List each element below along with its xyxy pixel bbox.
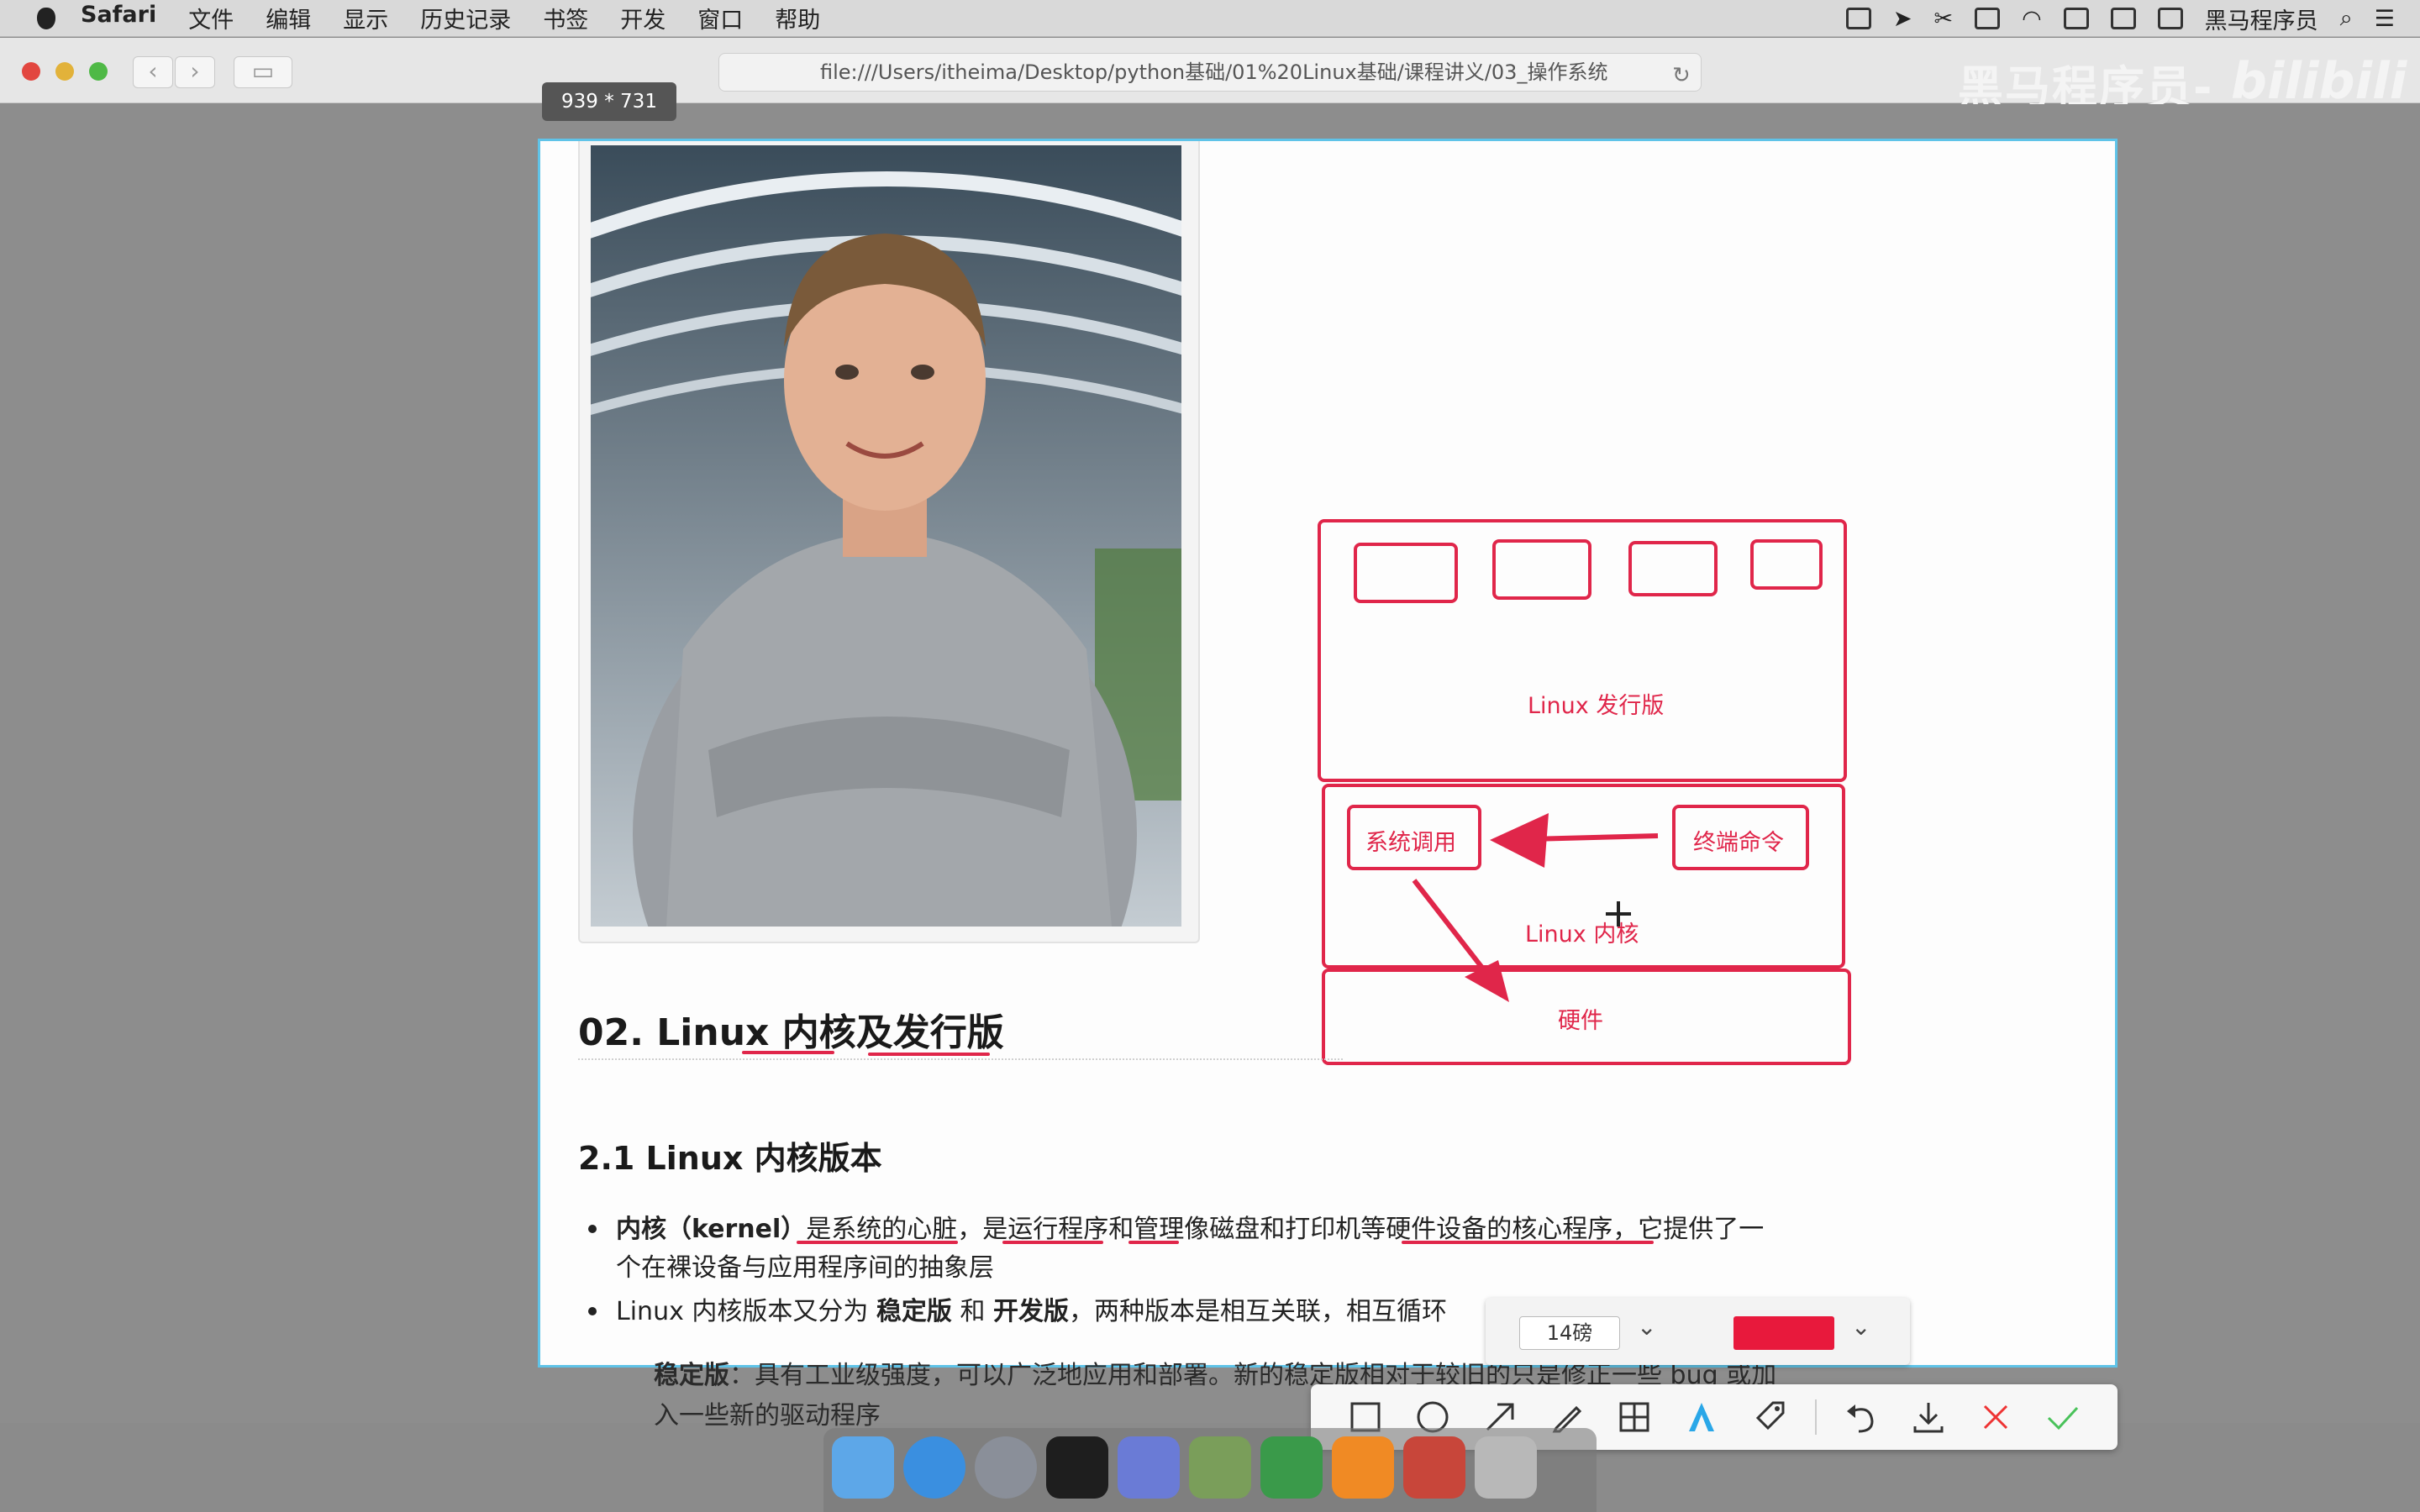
tag-icon[interactable] bbox=[1748, 1396, 1790, 1438]
title-divider bbox=[578, 1058, 1343, 1060]
dev-term: 开发版 bbox=[992, 1297, 1069, 1326]
font-size-field[interactable]: 14磅 bbox=[1519, 1316, 1620, 1350]
minimize-window-icon[interactable] bbox=[55, 62, 74, 81]
terminal-icon[interactable] bbox=[1046, 1436, 1108, 1499]
launchpad-icon[interactable] bbox=[975, 1436, 1037, 1499]
input-method-icon[interactable] bbox=[2157, 8, 2183, 29]
annotation-underline-4 bbox=[1402, 1241, 1654, 1244]
wifi-icon[interactable]: ◠ bbox=[2022, 6, 2042, 32]
url-bar[interactable]: file:///Users/itheima/Desktop/python基础/0… bbox=[718, 53, 1702, 92]
confirm-icon[interactable] bbox=[2042, 1396, 2084, 1438]
bullet-dot bbox=[588, 1225, 597, 1233]
reload-icon[interactable]: ↻ bbox=[1672, 63, 1691, 88]
subsection-title: 2.1 Linux 内核版本 bbox=[578, 1140, 882, 1177]
dock bbox=[823, 1428, 1597, 1512]
zoom-window-icon[interactable] bbox=[89, 62, 108, 81]
color-swatch[interactable] bbox=[1733, 1316, 1834, 1350]
battery-icon[interactable] bbox=[2110, 8, 2136, 29]
close-window-icon[interactable] bbox=[22, 62, 40, 81]
menu-list: Safari 文件 编辑 显示 历史记录 书签 开发 窗口 帮助 bbox=[81, 2, 820, 34]
notification-list-icon[interactable]: ☰ bbox=[2375, 6, 2395, 32]
section-title: 02. Linux 内核及发行版 bbox=[578, 1011, 1004, 1054]
stable-term: 稳定版 bbox=[876, 1297, 952, 1326]
menu-item-history[interactable]: 历史记录 bbox=[420, 2, 511, 34]
menu-item-edit[interactable]: 编辑 bbox=[266, 2, 311, 34]
sidebar-toggle-button[interactable]: ▭ bbox=[234, 56, 292, 88]
screen-record-icon[interactable] bbox=[1845, 8, 1871, 29]
apple-icon[interactable] bbox=[37, 7, 55, 29]
diagram-arrows bbox=[1412, 813, 1659, 1002]
bullet1-text: 是系统的心脏，是运行程序和管理像磁盘和打印机等硬件设备的核心程序，它提供了一 bbox=[806, 1215, 1765, 1244]
safari-icon[interactable] bbox=[903, 1436, 965, 1499]
stable-version-term: 稳定版 bbox=[654, 1361, 729, 1390]
annotation-underline-3 bbox=[1128, 1241, 1179, 1244]
bullet1-line2: 个在裸设备与应用程序间的抽象层 bbox=[616, 1253, 994, 1283]
capture-selection[interactable]: Linux 发行版 系统调用 终端命令 Linux 内核 硬件 02. Linu… bbox=[538, 139, 2118, 1368]
cancel-icon[interactable] bbox=[1975, 1396, 2017, 1438]
trash-icon[interactable] bbox=[1475, 1436, 1537, 1499]
finder-icon[interactable] bbox=[832, 1436, 894, 1499]
window-icon[interactable] bbox=[1975, 8, 2001, 29]
sub-bullet-line2: 入一些新的驱动程序 bbox=[654, 1401, 881, 1431]
toolbar-divider bbox=[1815, 1399, 1817, 1435]
status-area: ➤ ✂ ◠ 黑马程序员 ⌕ ☰ bbox=[1845, 0, 2395, 37]
vlc-icon[interactable] bbox=[1332, 1436, 1394, 1499]
annotation-underline-2 bbox=[1002, 1241, 1103, 1244]
kernel-term: 内核（kernel） bbox=[616, 1215, 807, 1244]
app-icon[interactable] bbox=[1403, 1436, 1465, 1499]
forward-button[interactable]: › bbox=[175, 56, 215, 88]
bullet2-text-a: Linux 内核版本又分为 bbox=[616, 1297, 876, 1326]
back-button[interactable]: ‹ bbox=[133, 56, 173, 88]
bullet2-text-e: ，两种版本是相互关联，相互循环 bbox=[1068, 1297, 1447, 1326]
font-size-dropdown-icon[interactable]: ⌄ bbox=[1637, 1313, 1656, 1341]
title-underline-1 bbox=[742, 1051, 834, 1054]
menu-item-develop[interactable]: 开发 bbox=[620, 2, 666, 34]
annotation-underline-1 bbox=[797, 1241, 958, 1244]
spotlight-icon[interactable]: ⌕ bbox=[2340, 5, 2353, 32]
mosaic-icon[interactable] bbox=[1613, 1396, 1655, 1438]
menu-bar: Safari 文件 编辑 显示 历史记录 书签 开发 窗口 帮助 ➤ ✂ ◠ 黑… bbox=[0, 0, 2420, 37]
bullet2-text-c: 和 bbox=[951, 1297, 993, 1326]
bullet-dot bbox=[588, 1307, 597, 1315]
menu-item-file[interactable]: 文件 bbox=[188, 2, 234, 34]
status-user-label[interactable]: 黑马程序员 bbox=[2205, 3, 2318, 35]
mindmap-icon[interactable] bbox=[1260, 1436, 1323, 1499]
menu-item-view[interactable]: 显示 bbox=[343, 2, 388, 34]
menu-item-help[interactable]: 帮助 bbox=[775, 2, 820, 34]
notes-map-icon[interactable] bbox=[1189, 1436, 1251, 1499]
screenflow-icon[interactable] bbox=[1118, 1436, 1180, 1499]
color-dropdown-icon[interactable]: ⌄ bbox=[1851, 1313, 1870, 1341]
send-icon[interactable]: ➤ bbox=[1893, 6, 1912, 32]
undo-icon[interactable] bbox=[1840, 1396, 1882, 1438]
text-icon[interactable] bbox=[1681, 1396, 1723, 1438]
bullet1-line1: 内核（kernel）是系统的心脏，是运行程序和管理像磁盘和打印机等硬件设备的核心… bbox=[616, 1208, 1764, 1245]
menu-item-window[interactable]: 窗口 bbox=[697, 2, 743, 34]
bullet2-line: Linux 内核版本又分为 稳定版 和 开发版，两种版本是相互关联，相互循环 bbox=[616, 1290, 1447, 1327]
title-underline-2 bbox=[868, 1053, 990, 1056]
bilibili-logo: bilibili bbox=[2231, 52, 2407, 111]
airplay-icon[interactable] bbox=[2063, 8, 2089, 29]
scissors-icon[interactable]: ✂ bbox=[1933, 6, 1953, 32]
menu-app-name[interactable]: Safari bbox=[81, 2, 156, 34]
menu-item-bookmarks[interactable]: 书签 bbox=[543, 2, 588, 34]
annotation-options-bar: 14磅 ⌄ ⌄ bbox=[1486, 1298, 1910, 1365]
download-icon[interactable] bbox=[1907, 1396, 1949, 1438]
capture-size-badge: 939 * 731 bbox=[542, 82, 676, 121]
